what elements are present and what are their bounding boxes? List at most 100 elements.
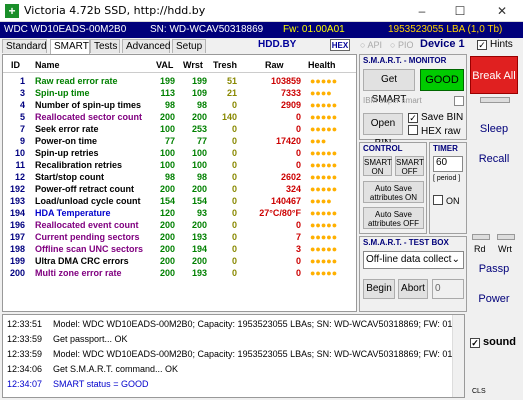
smart-status-badge: GOOD bbox=[420, 69, 464, 91]
attr-val: 98 bbox=[164, 100, 175, 110]
tab-smart[interactable]: SMART bbox=[50, 39, 90, 54]
timer-input[interactable]: 60 bbox=[433, 156, 463, 172]
autosave-on-button[interactable]: Auto Save attributes ON bbox=[363, 181, 424, 203]
attr-raw: 0 bbox=[295, 112, 301, 122]
ibm-checkbox[interactable] bbox=[454, 96, 464, 106]
table-row[interactable]: 10 Spin-up retries 100 100 0 0 ●●●●● bbox=[3, 147, 356, 159]
table-row[interactable]: 9 Power-on time 77 77 0 17420 ●●● bbox=[3, 135, 356, 147]
activity-indicator bbox=[480, 97, 510, 103]
empty-check-icon bbox=[408, 125, 418, 135]
open-bin-button[interactable]: Open BIN bbox=[363, 113, 403, 149]
hex-badge[interactable]: HEX bbox=[330, 39, 350, 51]
rd-label: Rd bbox=[474, 244, 486, 254]
table-row[interactable]: 12 Start/stop count 98 98 0 2602 ●●●●● bbox=[3, 171, 356, 183]
attr-health: ●●●●● bbox=[310, 208, 338, 218]
tab-setup[interactable]: Setup bbox=[172, 39, 206, 53]
sound-label: sound bbox=[483, 336, 516, 348]
attr-worst: 98 bbox=[196, 172, 207, 182]
pio-radio[interactable]: ○ PIO bbox=[390, 40, 413, 50]
check-icon: ✓ bbox=[477, 40, 487, 50]
attr-health: ●●●●● bbox=[310, 184, 338, 194]
attr-worst: 200 bbox=[191, 220, 207, 230]
sleep-button[interactable]: Sleep bbox=[470, 118, 518, 140]
tab-standard[interactable]: Standard bbox=[2, 39, 47, 53]
sound-checkbox[interactable]: ✓ sound bbox=[470, 336, 516, 348]
api-radio[interactable]: ○ API bbox=[360, 40, 382, 50]
attr-threshold: 0 bbox=[231, 232, 237, 242]
attr-health: ●●●●● bbox=[310, 172, 338, 182]
table-row[interactable]: 197 Current pending sectors 200 193 0 7 ●●●●● bbox=[3, 231, 356, 243]
log-line: 12:34:06 Get S.M.A.R.T. command... OK bbox=[7, 364, 178, 374]
table-row[interactable]: 3 Spin-up time 113 109 21 7333 ●●●● bbox=[3, 87, 356, 99]
attr-val: 154 bbox=[159, 196, 175, 206]
save-bin-checkbox[interactable]: ✓ Save BIN bbox=[408, 112, 463, 123]
power-button[interactable]: Power bbox=[470, 288, 518, 310]
attr-id: 11 bbox=[15, 160, 25, 170]
attr-threshold: 0 bbox=[231, 244, 237, 254]
recall-button[interactable]: Recall bbox=[470, 148, 518, 170]
maximize-button[interactable]: ☐ bbox=[443, 0, 477, 22]
table-row[interactable]: 193 Load/unload cycle count 154 154 0 140467 ●… bbox=[3, 195, 356, 207]
hex-raw-checkbox[interactable]: HEX raw bbox=[408, 125, 460, 137]
table-row[interactable]: 194 HDA Temperature 120 93 0 27°C/80°F ●●●●● bbox=[3, 207, 356, 219]
table-row[interactable]: 192 Power-off retract count 200 200 0 324 ●●●●… bbox=[3, 183, 356, 195]
table-row[interactable]: 196 Reallocated event count 200 200 0 0 ●●●●● bbox=[3, 219, 356, 231]
table-row[interactable]: 11 Recalibration retries 100 100 0 0 ●●●●● bbox=[3, 159, 356, 171]
attr-health: ●●●●● bbox=[310, 256, 338, 266]
window-title: Victoria 4.72b SSD, http://hdd.by bbox=[24, 4, 206, 17]
table-row[interactable]: 5 Reallocated sector count 200 200 140 0 ●●●●● bbox=[3, 111, 356, 123]
timer-on-checkbox[interactable]: ON bbox=[433, 195, 460, 206]
attr-name: Offline scan UNC sectors bbox=[35, 244, 144, 254]
drive-model: WDC WD10EADS-00M2B0 bbox=[4, 24, 127, 35]
device-label: Device 1 bbox=[420, 38, 465, 50]
attr-health: ●●●●● bbox=[310, 244, 338, 254]
table-row[interactable]: 1 Raw read error rate 199 199 51 103859 ●●●●● bbox=[3, 75, 356, 87]
get-smart-button[interactable]: Get SMART bbox=[363, 69, 415, 105]
col-val: VAL bbox=[156, 60, 174, 70]
attr-threshold: 0 bbox=[231, 172, 237, 182]
log-line: 12:33:59 Get passport... OK bbox=[7, 334, 128, 344]
attr-id: 192 bbox=[9, 184, 25, 194]
table-row[interactable]: 7 Seek error rate 100 253 0 0 ●●●●● bbox=[3, 123, 356, 135]
smart-table: ID Name VAL Wrst Tresh Raw Health 1 Raw r… bbox=[2, 54, 357, 312]
attr-threshold: 140 bbox=[221, 112, 237, 122]
attr-name: Reallocated event count bbox=[35, 220, 139, 230]
attr-raw: 0 bbox=[295, 148, 301, 158]
log-message: Model: WDC WD10EADS-00M2B0; Capacity: 19… bbox=[53, 319, 460, 329]
smart-on-button[interactable]: SMART ON bbox=[363, 156, 392, 176]
log-message: Get S.M.A.R.T. command... OK bbox=[53, 364, 179, 374]
smart-off-button[interactable]: SMART OFF bbox=[395, 156, 424, 176]
attr-threshold: 51 bbox=[226, 76, 237, 86]
cls-button[interactable]: CLS bbox=[472, 388, 486, 395]
minimize-button[interactable]: – bbox=[405, 0, 439, 22]
tab-advanced[interactable]: Advanced bbox=[122, 39, 170, 53]
attr-name: Recalibration retries bbox=[35, 160, 123, 170]
attr-val: 77 bbox=[164, 136, 175, 146]
table-row[interactable]: 198 Offline scan UNC sectors 200 194 0 3 ●●●●● bbox=[3, 243, 356, 255]
attr-health: ●●●●● bbox=[310, 100, 338, 110]
table-row[interactable]: 200 Multi zone error rate 200 193 0 0 ●●●●● bbox=[3, 267, 356, 279]
log-scrollbar[interactable] bbox=[452, 315, 464, 397]
attr-raw: 7333 bbox=[280, 88, 301, 98]
table-row[interactable]: 199 Ultra DMA CRC errors 200 200 0 0 ●●●●● bbox=[3, 255, 356, 267]
close-button[interactable]: ✕ bbox=[481, 0, 523, 22]
tab-tests[interactable]: Tests bbox=[90, 39, 120, 53]
hdd-by-label: HDD.BY bbox=[258, 39, 297, 50]
attr-id: 4 bbox=[19, 100, 25, 110]
attr-threshold: 0 bbox=[231, 208, 237, 218]
test-type-select[interactable]: Off-line data collect ⌄ bbox=[363, 251, 464, 269]
test-progress-field[interactable]: 0 bbox=[432, 279, 464, 299]
attr-worst: 77 bbox=[196, 136, 207, 146]
attr-raw: 7 bbox=[295, 232, 301, 242]
attr-val: 199 bbox=[159, 76, 175, 86]
save-bin-label: Save BIN bbox=[421, 112, 464, 123]
attr-id: 12 bbox=[14, 172, 25, 182]
passp-button[interactable]: Passp bbox=[470, 258, 518, 280]
autosave-off-button[interactable]: Auto Save attributes OFF bbox=[363, 207, 424, 229]
begin-button[interactable]: Begin bbox=[363, 279, 395, 299]
abort-button[interactable]: Abort bbox=[398, 279, 428, 299]
ibm-label: IBM super smart bbox=[363, 96, 422, 105]
hints-checkbox[interactable]: ✓ Hints bbox=[477, 39, 513, 50]
break-all-button[interactable]: Break All bbox=[470, 56, 518, 94]
table-row[interactable]: 4 Number of spin-up times 98 98 0 2909 ●●●●● bbox=[3, 99, 356, 111]
